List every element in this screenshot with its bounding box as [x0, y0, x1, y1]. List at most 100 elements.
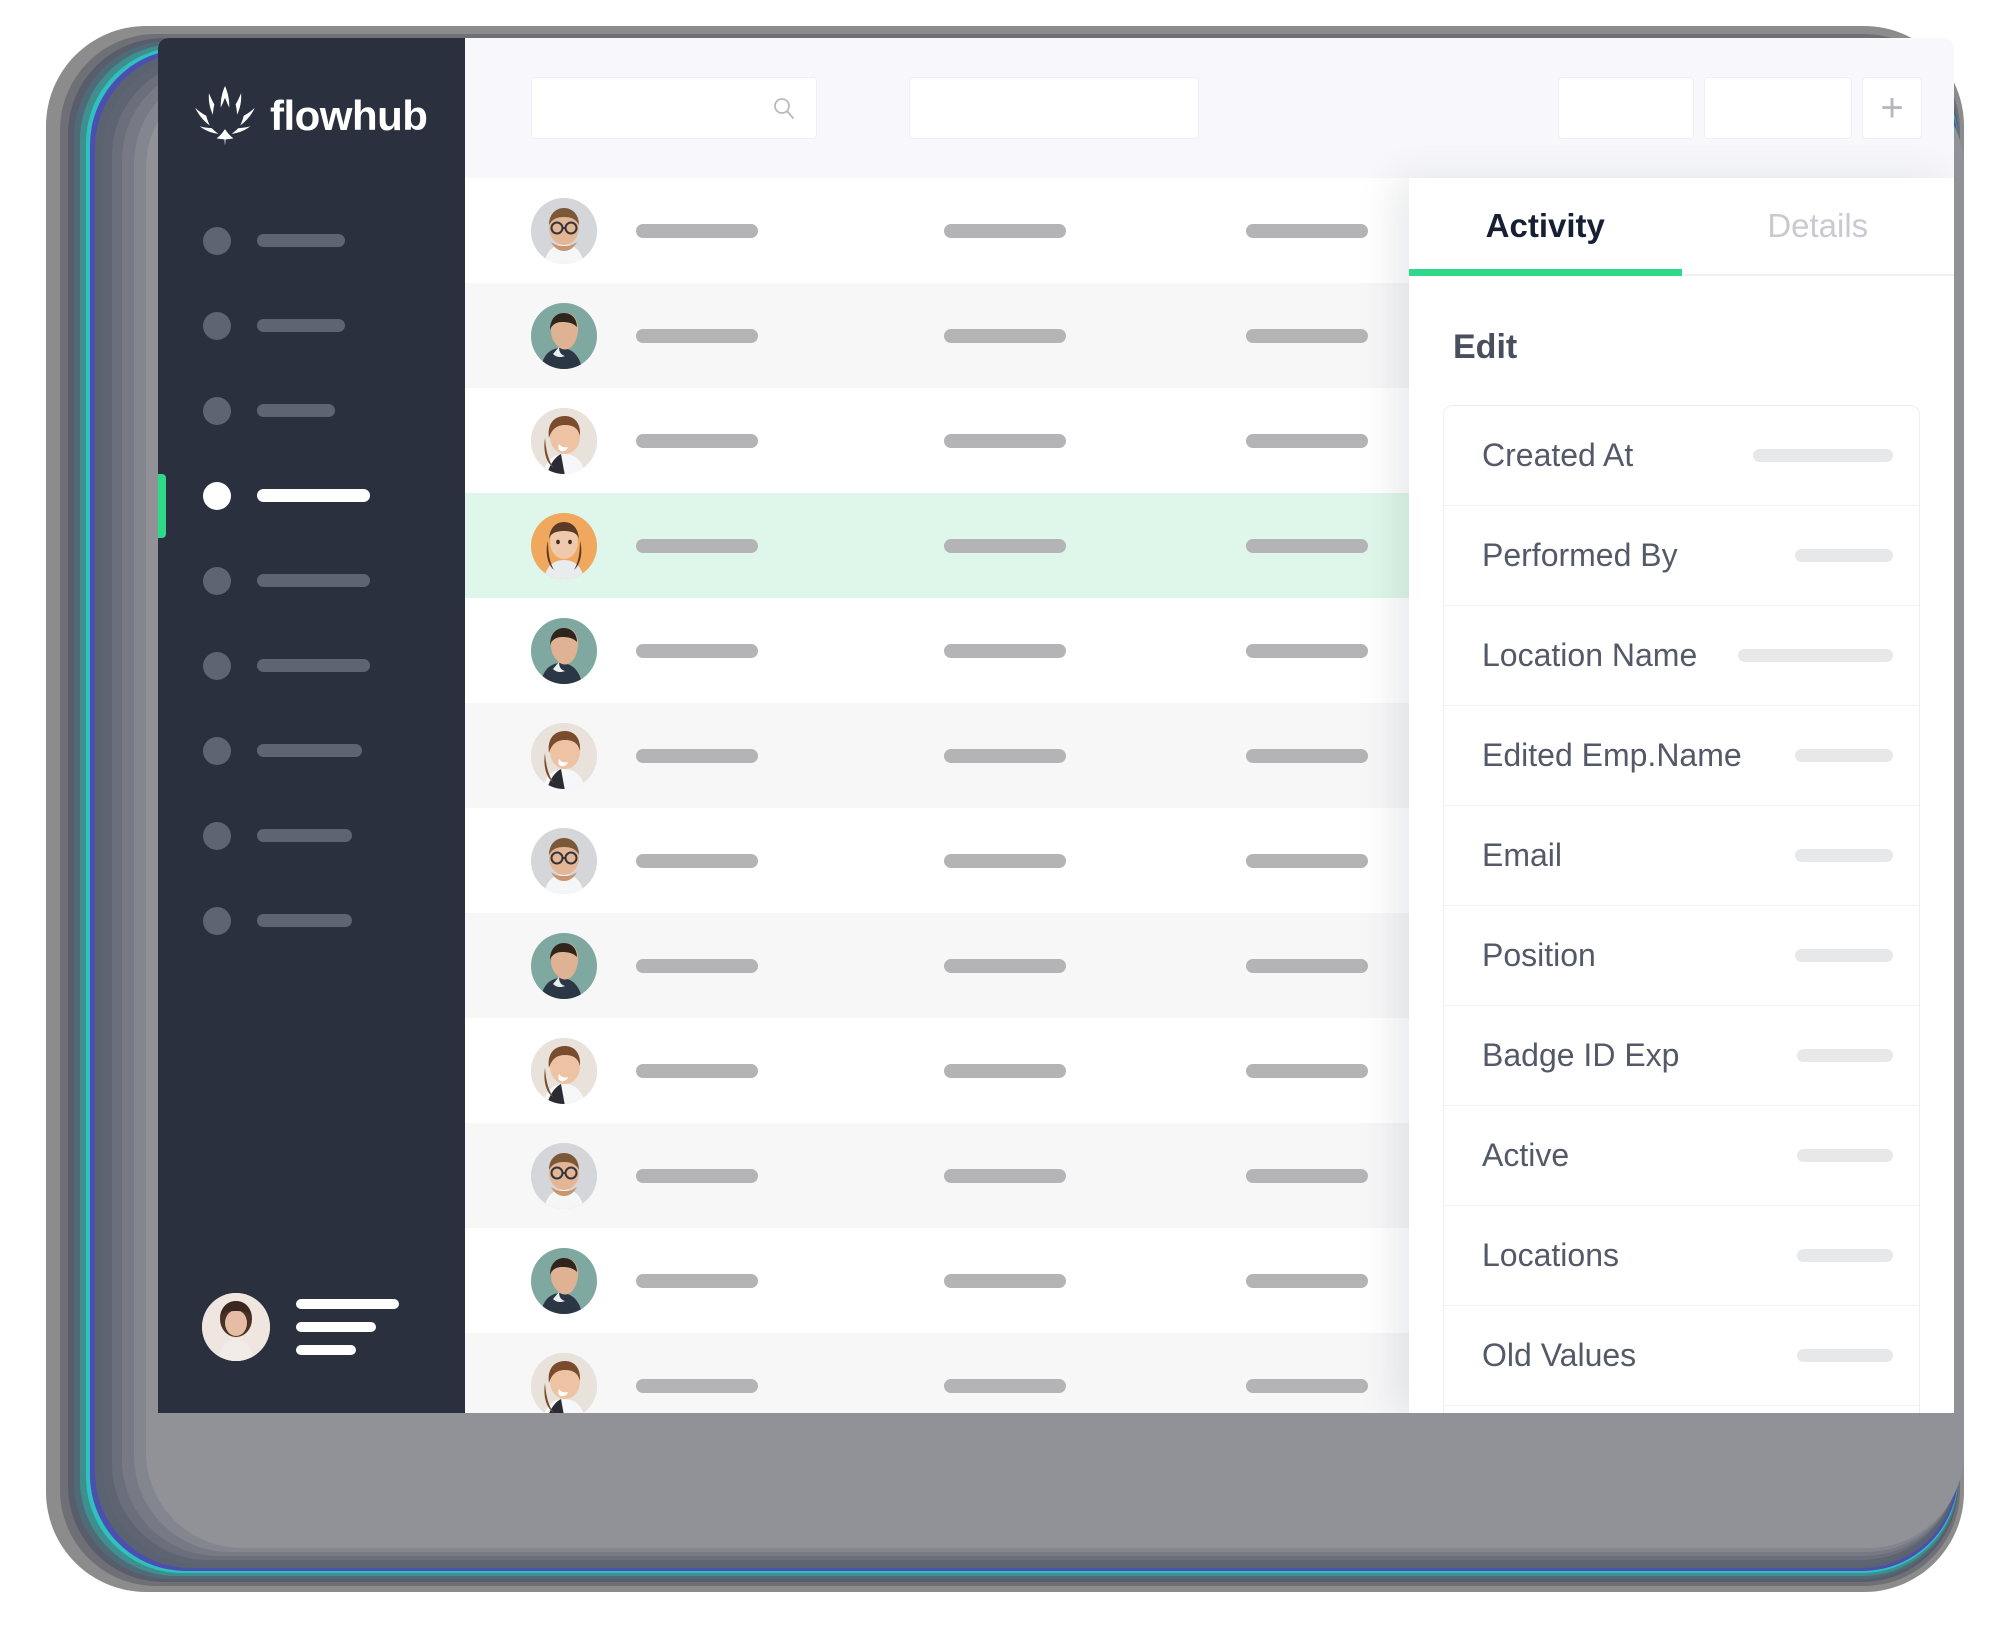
detail-row[interactable]: Edited Emp.Name	[1444, 706, 1919, 806]
sidebar-item-3[interactable]	[158, 368, 465, 453]
sidebar-item-label	[257, 829, 352, 842]
detail-row[interactable]: Badge ID Exp	[1444, 1006, 1919, 1106]
detail-value	[1797, 1349, 1893, 1362]
brand-name: flowhub	[270, 92, 428, 139]
row-cell-2	[944, 538, 1066, 553]
sidebar-item-8[interactable]	[158, 793, 465, 878]
panel-title: Edit	[1453, 328, 1518, 366]
screenshot-stage: flowhub + Activity Details Edit Created …	[0, 0, 1999, 1627]
detail-row[interactable]: Created At	[1444, 406, 1919, 506]
avatar-man-glasses	[531, 1142, 597, 1209]
avatar-woman-front	[531, 512, 597, 579]
detail-value	[1738, 649, 1893, 662]
sidebar-item-icon	[203, 226, 231, 255]
avatar-man-profile	[531, 302, 597, 369]
avatar-man-profile	[531, 1247, 597, 1314]
avatar-man-profile	[531, 932, 597, 999]
user-line-1	[296, 1299, 399, 1309]
detail-row[interactable]: Old Values	[1444, 1406, 1919, 1413]
row-cell-1	[636, 328, 758, 343]
sidebar-item-5[interactable]	[158, 538, 465, 623]
detail-panel: Activity Details Edit Created At Performe…	[1409, 178, 1954, 1413]
avatar-man-glasses	[531, 827, 597, 894]
sidebar-item-icon	[203, 396, 231, 425]
detail-label: Edited Emp.Name	[1482, 737, 1742, 773]
sidebar-item-6[interactable]	[158, 623, 465, 708]
detail-row[interactable]: Location Name	[1444, 606, 1919, 706]
row-cell-2	[944, 328, 1066, 343]
detail-field-list: Created At Performed By Location Name Edite…	[1443, 405, 1920, 1413]
row-cell-1	[636, 958, 758, 973]
main-content: + Activity Details Edit Created At Perfo…	[465, 38, 1954, 1413]
filter-input[interactable]	[909, 77, 1199, 139]
sidebar-nav	[158, 198, 465, 963]
search-input[interactable]	[531, 77, 817, 139]
sidebar-item-label	[257, 404, 335, 417]
brand-logo[interactable]: flowhub	[158, 38, 465, 146]
tab-details[interactable]: Details	[1682, 178, 1955, 274]
tab-activity-label: Activity	[1485, 207, 1605, 244]
row-cell-2	[944, 1378, 1066, 1393]
row-cell-2	[944, 958, 1066, 973]
sidebar-item-label	[257, 744, 362, 757]
row-cell-1	[636, 643, 758, 658]
row-cell-3	[1246, 223, 1368, 238]
toolbar-box-b[interactable]	[1704, 77, 1852, 139]
detail-value	[1797, 1249, 1893, 1262]
sidebar-user-profile[interactable]	[202, 1293, 399, 1361]
row-cell-3	[1246, 958, 1368, 973]
toolbar-box-a[interactable]	[1558, 77, 1694, 139]
user-line-2	[296, 1322, 376, 1332]
app-window: flowhub + Activity Details Edit Created …	[158, 38, 1954, 1413]
detail-value	[1795, 949, 1893, 962]
row-cell-2	[944, 223, 1066, 238]
search-icon	[774, 98, 794, 119]
sidebar-item-9[interactable]	[158, 878, 465, 963]
detail-label: Locations	[1482, 1237, 1619, 1273]
detail-label: Created At	[1482, 437, 1634, 473]
detail-value	[1795, 749, 1893, 762]
detail-label: Active	[1482, 1137, 1570, 1173]
tab-details-label: Details	[1767, 207, 1869, 244]
detail-label: Badge ID Exp	[1482, 1037, 1680, 1073]
detail-label: Performed By	[1482, 537, 1678, 573]
tab-activity[interactable]: Activity	[1409, 178, 1682, 276]
avatar	[202, 1293, 270, 1361]
row-cell-3	[1246, 1168, 1368, 1183]
sidebar-item-label	[257, 659, 370, 672]
row-cell-2	[944, 433, 1066, 448]
add-button[interactable]: +	[1862, 77, 1922, 139]
sidebar-item-label	[257, 319, 345, 332]
detail-row[interactable]: Active	[1444, 1106, 1919, 1206]
sidebar-item-7[interactable]	[158, 708, 465, 793]
row-cell-3	[1246, 328, 1368, 343]
row-cell-3	[1246, 1378, 1368, 1393]
detail-row[interactable]: Performed By	[1444, 506, 1919, 606]
panel-body: Edit Created At Performed By Location Name…	[1409, 276, 1954, 1413]
row-cell-3	[1246, 538, 1368, 553]
sidebar-item-icon	[203, 566, 231, 595]
avatar-woman-smile	[531, 1352, 597, 1413]
detail-value	[1753, 449, 1893, 462]
detail-value	[1797, 1149, 1893, 1162]
sidebar-item-4-active[interactable]	[158, 453, 465, 538]
detail-row[interactable]: Email	[1444, 806, 1919, 906]
detail-row[interactable]: Locations	[1444, 1206, 1919, 1306]
row-cell-1	[636, 1273, 758, 1288]
row-cell-1	[636, 538, 758, 553]
sidebar-item-1[interactable]	[158, 198, 465, 283]
avatar-man-profile	[531, 617, 597, 684]
sidebar-item-icon	[203, 651, 231, 680]
detail-value	[1795, 549, 1893, 562]
row-cell-2	[944, 1063, 1066, 1078]
row-cell-3	[1246, 1063, 1368, 1078]
sidebar-item-2[interactable]	[158, 283, 465, 368]
avatar-woman-smile	[531, 407, 597, 474]
avatar-woman-smile	[531, 722, 597, 789]
detail-label: Email	[1482, 837, 1563, 873]
sidebar-item-icon	[203, 481, 231, 510]
detail-row[interactable]: Old Values	[1444, 1306, 1919, 1406]
row-cell-1	[636, 223, 758, 238]
sidebar-item-icon	[203, 906, 231, 935]
detail-row[interactable]: Position	[1444, 906, 1919, 1006]
